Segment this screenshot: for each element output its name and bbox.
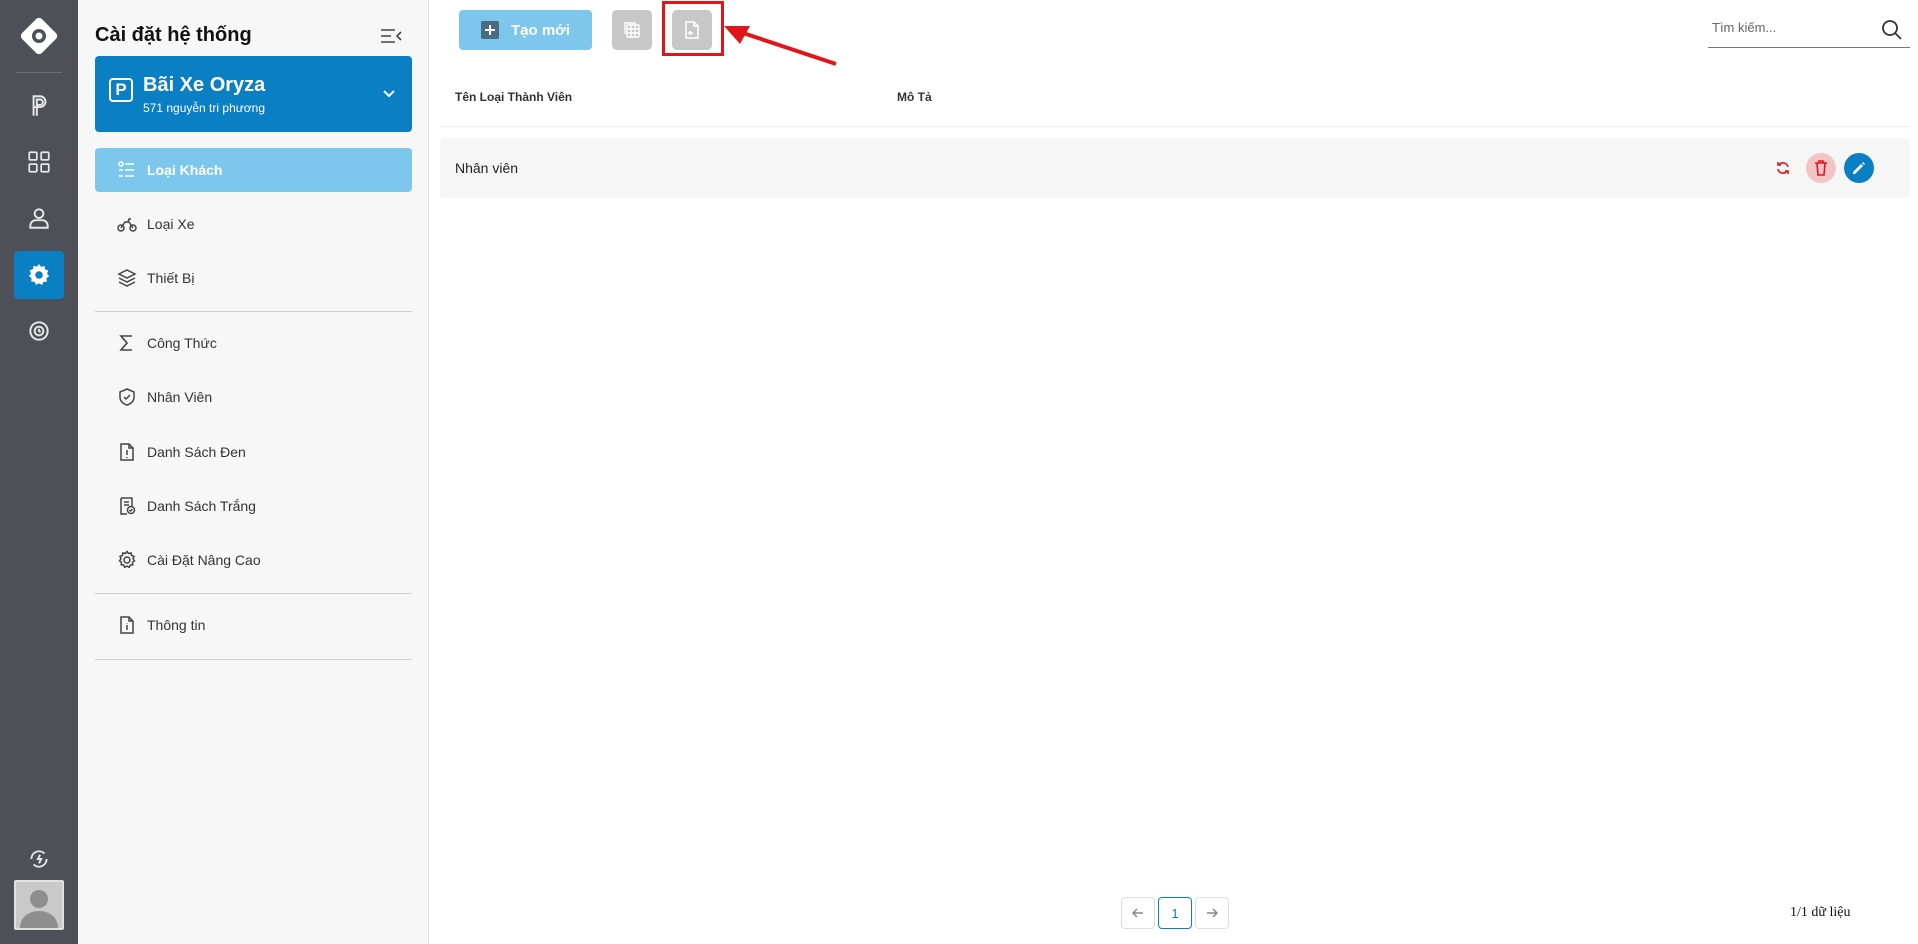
app-rail xyxy=(0,0,78,944)
user-list-icon xyxy=(117,160,137,180)
grid-icon xyxy=(28,151,50,173)
collapse-menu-icon[interactable] xyxy=(380,26,402,46)
sidebar-divider xyxy=(95,659,412,660)
export-excel-button[interactable] xyxy=(612,10,652,50)
rail-settings-button[interactable] xyxy=(14,251,64,299)
plus-icon xyxy=(480,21,499,39)
search-input[interactable] xyxy=(1712,20,1872,35)
spreadsheet-icon xyxy=(624,22,640,38)
sync-row-button[interactable] xyxy=(1768,153,1798,183)
sigma-icon xyxy=(117,333,137,353)
table-row[interactable]: Nhân viên xyxy=(440,138,1910,198)
sidebar-item-nhan-vien[interactable]: Nhân Viên xyxy=(95,375,412,419)
sidebar-title: Cài đặt hệ thống xyxy=(95,24,252,46)
page-number-button[interactable]: 1 xyxy=(1158,897,1192,929)
table-header-divider xyxy=(440,126,1910,127)
trash-icon xyxy=(1815,160,1827,176)
search-icon[interactable] xyxy=(1880,18,1904,42)
settings-sidebar: Cài đặt hệ thống P Bãi Xe Oryza 571 nguy… xyxy=(78,0,429,944)
sidebar-item-danh-sach-trang[interactable]: Danh Sách Trắng xyxy=(95,484,412,528)
sync-icon xyxy=(30,850,48,868)
refresh-icon xyxy=(1777,162,1789,174)
layers-icon xyxy=(117,268,137,288)
file-check-icon xyxy=(117,496,137,516)
rail-user-button[interactable] xyxy=(14,194,64,242)
rail-divider xyxy=(16,72,62,73)
app-logo-icon[interactable] xyxy=(19,16,59,56)
parking-lot-selector[interactable]: P Bãi Xe Oryza 571 nguyễn tri phương xyxy=(95,56,412,132)
sidebar-item-label: Thông tin xyxy=(147,617,206,633)
sidebar-divider xyxy=(95,593,412,594)
sidebar-item-thiet-bi[interactable]: Thiết Bị xyxy=(95,256,412,300)
search-box xyxy=(1708,12,1910,48)
sidebar-item-label: Thiết Bị xyxy=(147,270,195,286)
next-page-button[interactable] xyxy=(1195,897,1229,929)
column-header-member-type: Tên Loại Thành Viên xyxy=(455,90,573,104)
row-member-type-cell: Nhân viên xyxy=(455,160,519,176)
rail-sync-button[interactable] xyxy=(14,835,64,883)
sidebar-item-loai-xe[interactable]: Loại Xe xyxy=(95,202,412,246)
motorbike-icon xyxy=(117,214,137,234)
sidebar-item-label: Loại Xe xyxy=(147,216,195,232)
user-icon xyxy=(29,208,49,229)
sidebar-item-thong-tin[interactable]: Thông tin xyxy=(95,603,412,647)
parking-lot-badge: P xyxy=(109,78,133,102)
file-info-icon xyxy=(117,615,137,635)
gear-icon xyxy=(28,264,50,285)
rail-history-button[interactable] xyxy=(14,307,64,355)
annotation-highlight-box xyxy=(662,1,724,56)
parking-lot-name: Bãi Xe Oryza xyxy=(143,74,266,96)
sidebar-item-loai-khach[interactable]: Loại Khách xyxy=(95,148,412,192)
sidebar-item-label: Cài Đặt Nâng Cao xyxy=(147,552,261,568)
history-icon xyxy=(29,321,49,341)
parking-icon xyxy=(32,95,47,116)
sidebar-item-cong-thuc[interactable]: Công Thức xyxy=(95,321,412,365)
sidebar-item-cai-dat-nang-cao[interactable]: Cài Đặt Nâng Cao xyxy=(95,538,412,582)
shield-check-icon xyxy=(117,387,137,407)
delete-row-button[interactable] xyxy=(1806,153,1836,183)
record-count: 1/1 dữ liệu xyxy=(1790,905,1851,920)
edit-row-button[interactable] xyxy=(1844,153,1874,183)
avatar[interactable] xyxy=(14,880,64,930)
arrow-left-icon xyxy=(1131,908,1143,918)
gear-icon xyxy=(117,550,137,570)
arrow-right-icon xyxy=(1207,908,1219,918)
create-new-label: Tạo mới xyxy=(510,21,570,39)
sidebar-item-label: Danh Sách Trắng xyxy=(147,498,256,514)
sidebar-item-label: Công Thức xyxy=(147,335,217,351)
pencil-icon xyxy=(1853,162,1865,174)
rail-parking-button[interactable] xyxy=(14,82,64,130)
sidebar-item-label: Danh Sách Đen xyxy=(147,444,246,460)
prev-page-button[interactable] xyxy=(1121,897,1155,929)
sidebar-item-label: Nhân Viên xyxy=(147,389,213,405)
sidebar-item-label: Loại Khách xyxy=(147,162,223,178)
annotation-arrow-icon xyxy=(724,26,837,66)
file-alert-icon xyxy=(117,442,137,462)
column-header-description: Mô Tả xyxy=(897,90,932,104)
chevron-down-icon xyxy=(383,90,395,98)
avatar-placeholder-icon xyxy=(20,890,58,928)
parking-lot-address: 571 nguyễn tri phương xyxy=(143,101,265,115)
sidebar-item-danh-sach-den[interactable]: Danh Sách Đen xyxy=(95,430,412,474)
rail-dashboard-button[interactable] xyxy=(14,138,64,186)
sidebar-divider xyxy=(95,311,412,312)
create-new-button[interactable]: Tạo mới xyxy=(459,10,592,50)
